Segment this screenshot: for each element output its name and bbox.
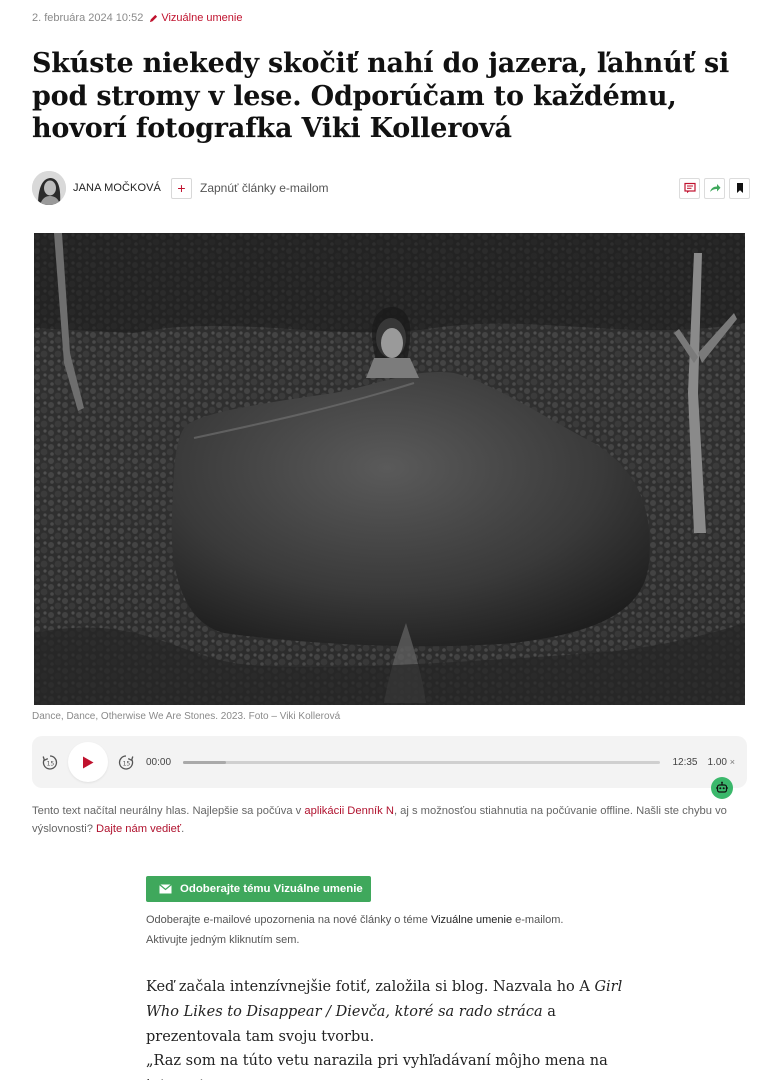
subscribe-note-topic[interactable]: Vizuálne umenie (431, 914, 512, 926)
article-meta: 2. februára 2024 10:52 Vizuálne umenie (32, 12, 242, 24)
robot-icon (716, 781, 728, 793)
body-paragraph: Keď začala intenzívnejšie fotiť, založil… (146, 975, 646, 1050)
app-link[interactable]: aplikácii Denník N (304, 805, 394, 817)
envelope-icon (159, 884, 172, 894)
tts-note-text-1: Tento text načítal neurálny hlas. Najlep… (32, 805, 305, 817)
photo-caption: Dance, Dance, Otherwise We Are Stones. 2… (32, 711, 341, 722)
subscribe-note-3[interactable]: Aktivujte jedným kliknutím sem. (146, 934, 299, 946)
play-button[interactable] (68, 742, 108, 782)
feedback-link[interactable]: Dajte nám vedieť (96, 823, 181, 835)
speed-value: 1.00 (707, 756, 727, 768)
category-link[interactable]: Vizuálne umenie (149, 12, 242, 24)
publish-date: 2. februára 2024 10:52 (32, 12, 144, 24)
forward-15-button[interactable]: 15 (116, 752, 136, 772)
current-time: 00:00 (146, 756, 172, 768)
rewind-15-button[interactable]: 15 (40, 752, 60, 772)
audio-player: 15 15 00:00 12:35 1.00 × (32, 736, 747, 788)
progress-track[interactable] (183, 760, 661, 764)
subscribe-note-2: e-mailom. (512, 914, 564, 926)
bookmark-icon (736, 183, 743, 193)
svg-text:15: 15 (47, 761, 55, 768)
subscribe-note-1: Odoberajte e-mailové upozornenia na nové… (146, 914, 431, 926)
article-title: Skúste niekedy skočiť nahí do jazera, ľa… (32, 48, 730, 144)
bookmark-button[interactable] (729, 177, 750, 199)
share-button[interactable] (704, 177, 725, 199)
comment-icon (683, 182, 696, 194)
robot-button[interactable] (711, 777, 733, 799)
subscribe-topic-button[interactable]: Odoberajte tému Vizuálne umenie (146, 876, 371, 902)
author-name[interactable]: JANA MOČKOVÁ (73, 182, 161, 194)
byline: JANA MOČKOVÁ + Zapnúť články e-mailom (32, 170, 750, 206)
progress-fill (183, 760, 226, 764)
share-icon (709, 184, 720, 192)
speed-button[interactable]: 1.00 × (707, 757, 735, 768)
subscribe-label: Odoberajte tému Vizuálne umenie (180, 883, 363, 895)
body-p1-a: Keď začala intenzívnejšie fotiť, založil… (146, 979, 595, 995)
forward-15-icon: 15 (118, 755, 134, 770)
tts-note: Tento text načítal neurálny hlas. Najlep… (32, 802, 747, 838)
play-icon (83, 756, 94, 768)
comment-button[interactable] (679, 177, 700, 199)
tts-note-text-3: . (181, 823, 185, 835)
rewind-15-icon: 15 (42, 755, 58, 770)
speed-suffix: × (729, 756, 735, 767)
total-time: 12:35 (672, 756, 698, 768)
follow-author-label[interactable]: Zapnúť články e-mailom (200, 181, 329, 195)
author-avatar[interactable] (32, 171, 66, 205)
follow-author-button[interactable]: + (171, 177, 192, 199)
body-paragraph-2: „Raz som na túto vetu narazila pri vyhľa… (146, 1053, 608, 1080)
pen-icon (150, 14, 158, 22)
category-label: Vizuálne umenie (161, 12, 243, 24)
svg-text:15: 15 (123, 761, 131, 768)
subscribe-note: Odoberajte e-mailové upozornenia na nové… (146, 910, 616, 950)
article-photo[interactable] (34, 233, 745, 705)
article-actions (679, 177, 750, 199)
